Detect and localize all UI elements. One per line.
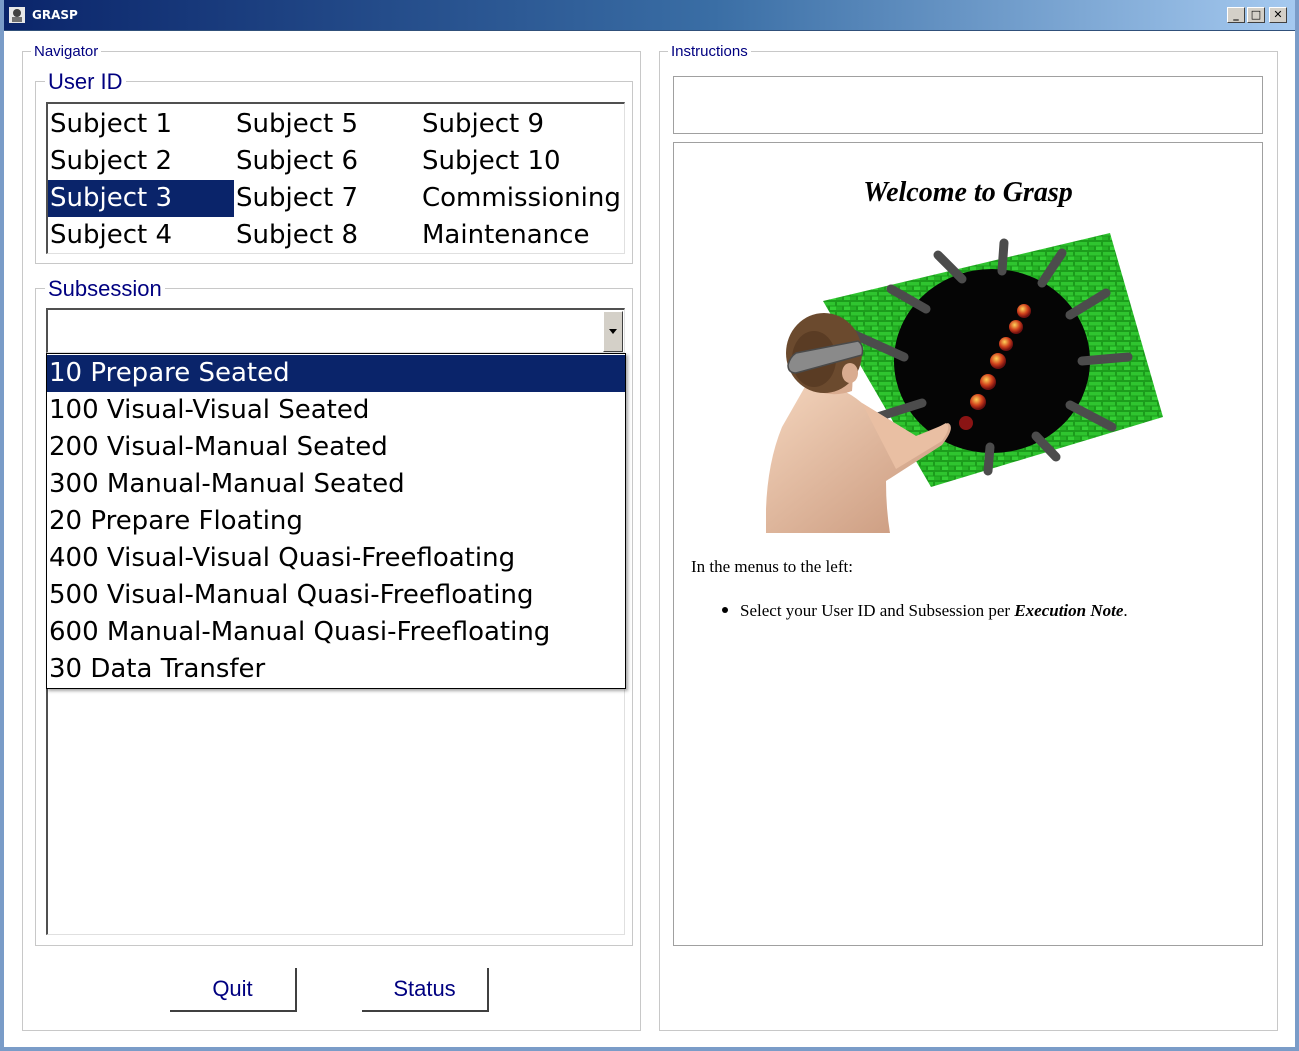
user-id-item-selected[interactable]: Subject 3 — [48, 180, 234, 217]
execution-note-emphasis: Execution Note — [1014, 601, 1124, 620]
user-id-item[interactable]: Subject 5 — [234, 106, 420, 143]
subsession-option[interactable]: 20 Prepare Floating — [47, 503, 625, 540]
instructions-label: Instructions — [668, 43, 751, 60]
subsession-combo[interactable] — [46, 308, 625, 353]
quit-button[interactable]: Quit — [170, 968, 297, 1012]
instructions-panel: Welcome to Grasp In the menus to the lef… — [673, 142, 1263, 946]
user-id-item[interactable]: Commissioning — [420, 180, 623, 217]
user-id-item[interactable]: Subject 8 — [234, 217, 420, 254]
navigator-label: Navigator — [31, 43, 102, 60]
subsession-option[interactable]: 600 Manual-Manual Quasi-Freefloating — [47, 614, 625, 651]
user-id-list[interactable]: Subject 1 Subject 2 Subject 3 Subject 4 … — [46, 102, 625, 254]
user-id-label: User ID — [45, 69, 126, 95]
subsession-option[interactable]: 30 Data Transfer — [47, 651, 625, 688]
subsession-option[interactable]: 100 Visual-Visual Seated — [47, 392, 625, 429]
instructions-intro: In the menus to the left: — [691, 557, 853, 576]
bullet-suffix: . — [1123, 601, 1128, 620]
instructions-status-box — [673, 76, 1263, 134]
instructions-bullet: Select your User ID and Subsession per E… — [722, 601, 1128, 621]
user-id-item[interactable]: Subject 9 — [420, 106, 623, 143]
subsession-label: Subsession — [45, 276, 165, 302]
user-id-item[interactable]: Subject 4 — [48, 217, 234, 254]
subsession-option[interactable]: 300 Manual-Manual Seated — [47, 466, 625, 503]
user-id-item[interactable]: Subject 6 — [234, 143, 420, 180]
user-id-item[interactable]: Subject 7 — [234, 180, 420, 217]
grasp-illustration — [766, 233, 1163, 533]
subsession-option[interactable]: 400 Visual-Visual Quasi-Freefloating — [47, 540, 625, 577]
subsession-option[interactable]: 500 Visual-Manual Quasi-Freefloating — [47, 577, 625, 614]
user-id-item[interactable]: Subject 1 — [48, 106, 234, 143]
welcome-heading: Welcome to Grasp — [863, 177, 1073, 208]
subsession-dropdown[interactable]: 10 Prepare Seated 100 Visual-Visual Seat… — [46, 353, 626, 689]
status-button[interactable]: Status — [362, 968, 489, 1012]
user-id-item[interactable]: Subject 2 — [48, 143, 234, 180]
chevron-down-icon[interactable] — [603, 311, 623, 352]
subsession-option-selected[interactable]: 10 Prepare Seated — [47, 355, 625, 392]
user-id-item[interactable]: Subject 10 — [420, 143, 623, 180]
bullet-prefix: Select your User ID and Subsession per — [740, 601, 1015, 620]
bullet-icon — [722, 607, 728, 614]
user-id-item[interactable]: Maintenance — [420, 217, 623, 254]
subsession-option[interactable]: 200 Visual-Manual Seated — [47, 429, 625, 466]
